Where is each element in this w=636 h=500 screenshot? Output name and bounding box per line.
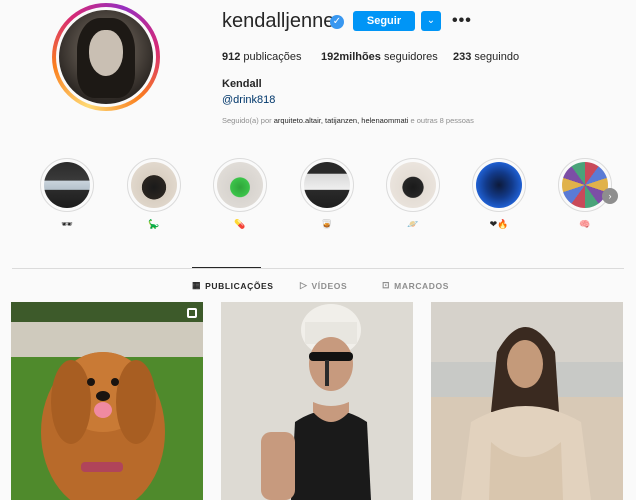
- brain-icon: 🧠: [579, 219, 591, 229]
- post-image-dog: [11, 302, 203, 500]
- highlight-item[interactable]: 💊: [213, 158, 267, 230]
- verified-badge-icon: ✓: [330, 15, 344, 29]
- ringed-planet-icon: 🪐: [407, 219, 419, 229]
- post-thumbnail[interactable]: [431, 302, 623, 500]
- highlight-item[interactable]: 🥃: [300, 158, 354, 230]
- highlight-item[interactable]: 🪐: [386, 158, 440, 230]
- following-label: seguindo: [474, 51, 520, 63]
- post-thumbnail[interactable]: [11, 302, 203, 500]
- profile-avatar[interactable]: [52, 3, 160, 111]
- followers-count: 192milhões: [321, 51, 381, 63]
- highlight-item[interactable]: 🕶: [40, 158, 94, 230]
- tab-videos[interactable]: ▷ VÍDEOS: [300, 280, 347, 291]
- following-count: 233: [453, 51, 472, 63]
- tumbler-glass-icon: 🥃: [321, 219, 333, 229]
- sauropod-icon: 🦕: [148, 219, 160, 229]
- posts-stat: 912 publicações: [222, 51, 302, 63]
- tab-posts-label: PUBLICAÇÕES: [205, 280, 274, 291]
- more-options-icon[interactable]: •••: [452, 12, 472, 30]
- play-icon: ▷: [300, 280, 308, 290]
- profile-username: kendalljenner: [222, 10, 341, 32]
- follow-button[interactable]: Seguir: [353, 11, 415, 31]
- highlight-item[interactable]: ❤🔥: [472, 158, 526, 230]
- suggested-accounts-chevron-down-icon[interactable]: ⌄: [421, 11, 441, 31]
- posts-count: 912: [222, 51, 241, 63]
- followers-label: seguidores: [383, 51, 438, 63]
- heart-fire-icon: ❤🔥: [489, 219, 509, 229]
- post-image-beach-coat: [431, 302, 623, 500]
- tabs-divider: [12, 268, 624, 269]
- profile-full-name: Kendall: [222, 78, 262, 90]
- bio-handle-link[interactable]: @drink818: [222, 94, 275, 106]
- posts-label: publicações: [243, 51, 302, 63]
- followed-by-names[interactable]: arquiteto.altair, tatijanzen, helenaomma…: [274, 116, 409, 125]
- followers-stat[interactable]: 192milhões seguidores: [321, 51, 438, 63]
- followed-by-suffix: e outras 8 pessoas: [410, 116, 474, 125]
- grid-icon: ▦: [192, 280, 202, 290]
- active-tab-indicator: [192, 267, 261, 268]
- tab-videos-label: VÍDEOS: [311, 280, 348, 291]
- post-thumbnail[interactable]: [221, 302, 413, 500]
- pill-icon: 💊: [234, 219, 246, 229]
- tab-tagged-label: MARCADOS: [394, 280, 450, 291]
- tagged-icon: ⊡: [382, 280, 391, 290]
- following-stat[interactable]: 233 seguindo: [453, 51, 519, 63]
- followed-by-prefix: Seguido(a) por: [222, 116, 272, 125]
- tab-posts[interactable]: ▦ PUBLICAÇÕES: [192, 280, 274, 291]
- tab-tagged[interactable]: ⊡ MARCADOS: [382, 280, 449, 291]
- highlights-next-chevron-right-icon[interactable]: ›: [602, 188, 618, 204]
- highlight-item[interactable]: 🦕: [127, 158, 181, 230]
- sunglasses-icon: 🕶: [61, 219, 73, 229]
- post-image-towel-portrait: [221, 302, 413, 500]
- carousel-multiple-icon: [187, 308, 197, 318]
- followed-by-text[interactable]: Seguido(a) por arquiteto.altair, tatijan…: [222, 116, 474, 125]
